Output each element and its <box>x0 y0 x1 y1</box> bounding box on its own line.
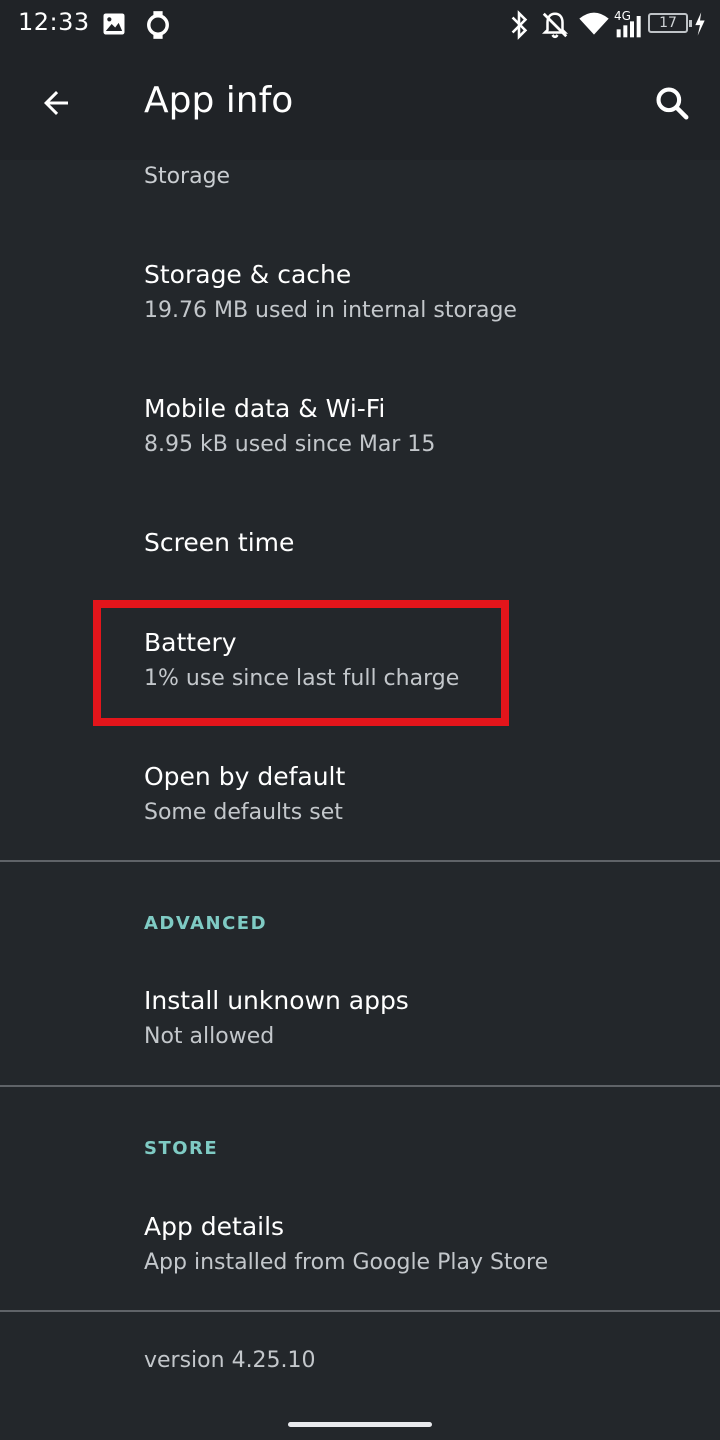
app-details-title: App details <box>144 1212 285 1241</box>
divider <box>0 1085 720 1087</box>
screen-time-title: Screen time <box>144 528 295 557</box>
watch-icon <box>144 10 172 44</box>
storage-cache-item[interactable]: Storage & cache 19.76 MB used in interna… <box>0 224 720 358</box>
wifi-icon <box>578 10 610 42</box>
app-details-summary: App installed from Google Play Store <box>144 1250 549 1275</box>
back-button[interactable] <box>20 72 92 138</box>
open-by-default-summary: Some defaults set <box>144 800 343 825</box>
install-unknown-apps-summary: Not allowed <box>144 1024 275 1049</box>
search-icon <box>653 84 691 126</box>
battery-icon: 17 <box>648 13 692 33</box>
highlight-box <box>93 600 509 726</box>
bluetooth-icon <box>506 10 532 44</box>
install-unknown-apps-title: Install unknown apps <box>144 986 409 1015</box>
svg-text:4G: 4G <box>614 9 631 23</box>
app-details-item[interactable]: App details App installed from Google Pl… <box>0 1178 720 1310</box>
status-time: 12:33 <box>18 8 90 36</box>
settings-list: Storage Storage & cache 19.76 MB used in… <box>0 160 720 1440</box>
gesture-nav-handle[interactable] <box>288 1422 432 1427</box>
divider <box>0 860 720 862</box>
image-icon <box>100 10 128 42</box>
charging-icon <box>692 10 708 42</box>
app-bar: App info <box>0 50 720 160</box>
arrow-back-icon <box>38 85 74 125</box>
page-title: App info <box>144 80 294 121</box>
mobile-data-summary: 8.95 kB used since Mar 15 <box>144 432 436 457</box>
search-button[interactable] <box>636 72 708 138</box>
status-bar: 12:33 4G 17 <box>0 0 720 50</box>
open-by-default-item[interactable]: Open by default Some defaults set <box>0 728 720 860</box>
advanced-header: ADVANCED <box>144 913 268 934</box>
storage-cache-title: Storage & cache <box>144 260 352 289</box>
storage-section-label: Storage <box>144 164 231 189</box>
storage-cache-summary: 19.76 MB used in internal storage <box>144 298 517 323</box>
open-by-default-title: Open by default <box>144 762 346 791</box>
mobile-data-title: Mobile data & Wi-Fi <box>144 394 386 423</box>
mobile-data-item[interactable]: Mobile data & Wi-Fi 8.95 kB used since M… <box>0 358 720 492</box>
divider <box>0 1310 720 1312</box>
version-text: version 4.25.10 <box>144 1348 316 1373</box>
store-header: STORE <box>144 1138 219 1159</box>
cellular-signal-icon: 4G <box>614 8 646 44</box>
notifications-off-icon <box>540 10 570 44</box>
screen-time-item[interactable]: Screen time <box>0 492 720 596</box>
install-unknown-apps-item[interactable]: Install unknown apps Not allowed <box>0 952 720 1084</box>
